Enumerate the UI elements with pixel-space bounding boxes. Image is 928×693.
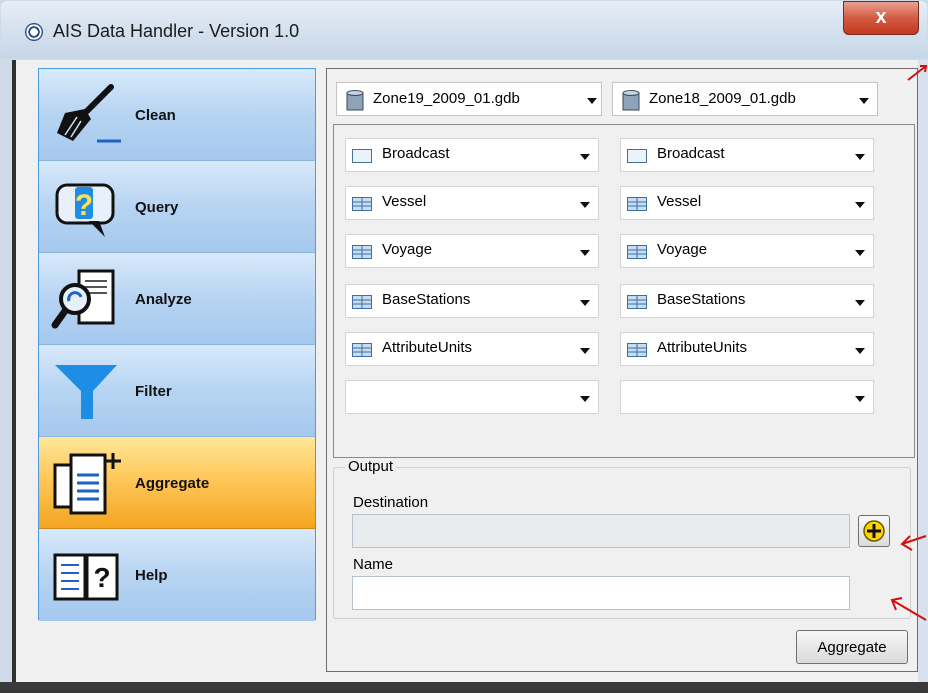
right-table-value: BaseStations xyxy=(657,291,746,308)
name-label: Name xyxy=(353,556,394,573)
chevron-down-icon xyxy=(580,300,590,306)
destination-field[interactable] xyxy=(352,514,850,548)
left-table-value: BaseStations xyxy=(382,291,471,308)
right-table-select[interactable]: Broadcast xyxy=(620,138,874,172)
chevron-down-icon xyxy=(855,202,865,208)
output-legend: Output xyxy=(345,458,397,475)
add-icon xyxy=(863,520,885,542)
right-table-select[interactable]: Vessel xyxy=(620,186,874,220)
database-icon xyxy=(346,90,364,111)
chevron-down-icon xyxy=(855,396,865,402)
close-icon: x xyxy=(875,6,887,28)
chevron-down-icon xyxy=(587,98,597,104)
table-icon xyxy=(352,295,372,309)
table-icon xyxy=(627,295,647,309)
chevron-down-icon xyxy=(580,348,590,354)
source-gdb-left-value: Zone19_2009_01.gdb xyxy=(373,90,520,107)
right-table-value: AttributeUnits xyxy=(657,339,748,356)
source-gdb-right-select[interactable]: Zone18_2009_01.gdb xyxy=(612,82,878,116)
app-icon xyxy=(25,23,43,41)
nav-item-filter[interactable]: Filter xyxy=(39,345,315,437)
left-table-select[interactable]: Broadcast xyxy=(345,138,599,172)
chevron-down-icon xyxy=(580,250,590,256)
left-table-select[interactable]: Vessel xyxy=(345,186,599,220)
window-frame-right xyxy=(918,60,928,682)
right-table-value: Broadcast xyxy=(657,145,725,162)
left-table-value: Vessel xyxy=(382,193,427,210)
source-gdb-right-value: Zone18_2009_01.gdb xyxy=(649,90,796,107)
left-table-select[interactable]: AttributeUnits xyxy=(345,332,599,366)
nav-item-aggregate[interactable]: Aggregate xyxy=(39,437,315,529)
table-icon xyxy=(627,197,647,211)
table-icon xyxy=(352,197,372,211)
right-table-select[interactable]: AttributeUnits xyxy=(620,332,874,366)
magnifier-document-icon xyxy=(51,269,115,329)
nav-item-query[interactable]: ? Query xyxy=(39,161,315,253)
right-table-select[interactable]: Voyage xyxy=(620,234,874,268)
nav-item-help[interactable]: ? Help xyxy=(39,529,315,621)
chevron-down-icon xyxy=(580,396,590,402)
chevron-down-icon xyxy=(855,300,865,306)
sidebar-nav: Clean ? Query Analyze Filter Aggregate ?… xyxy=(38,68,316,621)
nav-label-help: Help xyxy=(135,567,168,584)
left-table-select[interactable]: Voyage xyxy=(345,234,599,268)
database-icon xyxy=(622,90,640,111)
svg-text:?: ? xyxy=(93,562,110,593)
nav-label-clean: Clean xyxy=(135,107,176,124)
broom-icon xyxy=(57,84,121,143)
question-bubble-icon: ? xyxy=(55,183,115,237)
table-icon xyxy=(352,343,372,357)
nav-label-query: Query xyxy=(135,199,179,216)
table-icon xyxy=(352,245,372,259)
title-bar[interactable]: AIS Data Handler - Version 1.0 x xyxy=(1,1,927,59)
name-field[interactable] xyxy=(352,576,850,610)
left-table-select[interactable] xyxy=(345,380,599,414)
nav-label-filter: Filter xyxy=(135,383,172,400)
browse-destination-button[interactable] xyxy=(858,515,890,547)
left-table-value: Broadcast xyxy=(382,145,450,162)
copy-add-icon xyxy=(53,453,121,515)
chevron-down-icon xyxy=(855,154,865,160)
left-table-select[interactable]: BaseStations xyxy=(345,284,599,318)
annotation-arrow-icon xyxy=(890,597,927,621)
chevron-down-icon xyxy=(855,250,865,256)
destination-label: Destination xyxy=(353,494,429,511)
funnel-icon xyxy=(55,365,117,419)
feature-class-icon xyxy=(627,149,647,163)
window-frame-bottom xyxy=(0,682,928,693)
table-icon xyxy=(627,245,647,259)
table-icon xyxy=(627,343,647,357)
nav-label-aggregate: Aggregate xyxy=(135,475,210,492)
right-table-value: Vessel xyxy=(657,193,702,210)
window-title: AIS Data Handler - Version 1.0 xyxy=(53,21,300,41)
left-table-value: Voyage xyxy=(382,241,433,258)
nav-item-clean[interactable]: Clean xyxy=(39,69,315,161)
annotation-arrow-icon xyxy=(900,535,927,551)
chevron-down-icon xyxy=(859,98,869,104)
source-gdb-left-select[interactable]: Zone19_2009_01.gdb xyxy=(336,82,602,116)
feature-class-icon xyxy=(352,149,372,163)
nav-item-analyze[interactable]: Analyze xyxy=(39,253,315,345)
svg-text:?: ? xyxy=(75,189,93,222)
help-book-icon: ? xyxy=(53,553,119,601)
right-table-select[interactable] xyxy=(620,380,874,414)
right-table-value: Voyage xyxy=(657,241,708,258)
right-table-select[interactable]: BaseStations xyxy=(620,284,874,318)
chevron-down-icon xyxy=(855,348,865,354)
chevron-down-icon xyxy=(580,202,590,208)
left-table-value: AttributeUnits xyxy=(382,339,473,356)
chevron-down-icon xyxy=(580,154,590,160)
annotation-arrow-icon xyxy=(907,65,928,81)
close-button[interactable]: x xyxy=(843,1,919,35)
nav-label-analyze: Analyze xyxy=(135,291,192,308)
aggregate-button[interactable]: Aggregate xyxy=(796,630,908,664)
